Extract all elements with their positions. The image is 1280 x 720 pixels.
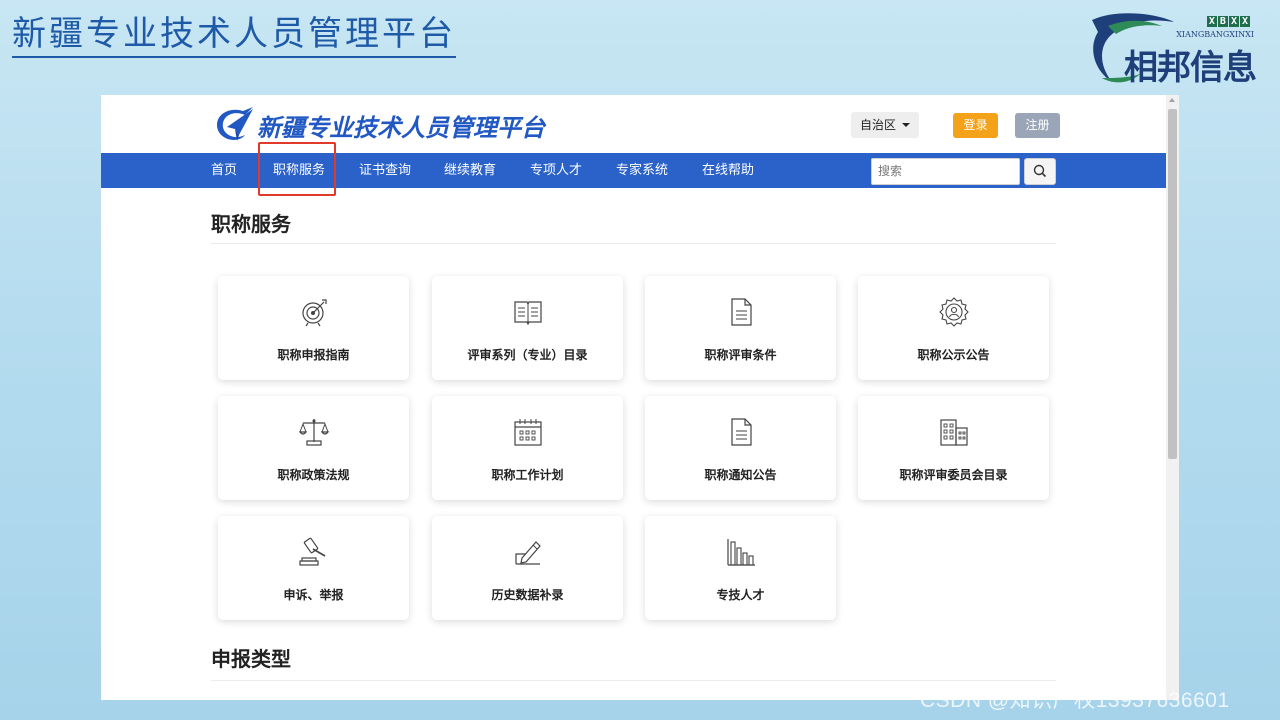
- bar-chart-icon: [727, 539, 755, 566]
- nav-special-talent[interactable]: 专项人才: [530, 153, 582, 188]
- section-title-service: 职称服务: [211, 212, 291, 236]
- card-label: 职称公示公告: [917, 348, 990, 362]
- card-appeal-report[interactable]: 申诉、举报: [218, 516, 409, 620]
- section-divider: [211, 680, 1056, 681]
- brand-top-letters: XBXX: [1206, 16, 1250, 27]
- target-icon: [302, 299, 327, 327]
- gavel-icon: [299, 537, 326, 566]
- website-screenshot: 新疆专业技术人员管理平台 自治区 登录 注册 首页 职称服务 证书查询 继续教育…: [101, 95, 1179, 700]
- card-label: 专技人才: [716, 588, 765, 602]
- card-review-conditions[interactable]: 职称评审条件: [645, 276, 836, 380]
- document-icon: [731, 298, 752, 326]
- region-label: 自治区: [860, 118, 897, 132]
- card-policy-regulations[interactable]: 职称政策法规: [218, 396, 409, 500]
- scrollbar-thumb[interactable]: [1168, 109, 1177, 459]
- login-button[interactable]: 登录: [953, 113, 998, 138]
- gear-user-icon: [939, 297, 969, 327]
- nav-expert-system[interactable]: 专家系统: [616, 153, 668, 188]
- nav-home[interactable]: 首页: [211, 153, 237, 188]
- brand-subtitle: XIANGBANGXINXI: [1176, 30, 1254, 39]
- caret-down-icon: [902, 123, 910, 127]
- section-divider: [211, 243, 1056, 244]
- site-logo-text: 新疆专业技术人员管理平台: [257, 113, 545, 142]
- scales-icon: [298, 419, 330, 446]
- region-dropdown[interactable]: 自治区: [851, 112, 919, 138]
- search-icon: [1033, 164, 1047, 178]
- card-label: 职称评审委员会目录: [899, 468, 1008, 482]
- site-logo[interactable]: 新疆专业技术人员管理平台: [213, 103, 545, 147]
- card-review-catalog[interactable]: 评审系列（专业）目录: [432, 276, 623, 380]
- paper-plane-logo-icon: [217, 107, 253, 141]
- brand-name: 相邦信息: [1124, 48, 1257, 88]
- scroll-up-icon[interactable]: [1169, 98, 1175, 102]
- card-label: 评审系列（专业）目录: [467, 348, 588, 362]
- register-button[interactable]: 注册: [1015, 113, 1060, 138]
- edit-icon: [515, 541, 541, 565]
- nav-certificate-query[interactable]: 证书查询: [359, 153, 411, 188]
- card-label: 职称工作计划: [491, 468, 564, 482]
- card-professional-talent[interactable]: 专技人才: [645, 516, 836, 620]
- search-input[interactable]: 搜索: [871, 158, 1020, 185]
- card-committee-catalog[interactable]: 职称评审委员会目录: [858, 396, 1049, 500]
- watermark: CSDN @知识产权13937636601: [920, 689, 1230, 712]
- section-title-apply: 申报类型: [211, 647, 291, 671]
- card-work-plan[interactable]: 职称工作计划: [432, 396, 623, 500]
- slide-title: 新疆专业技术人员管理平台: [12, 14, 456, 58]
- card-notices[interactable]: 职称通知公告: [645, 396, 836, 500]
- search-button[interactable]: [1024, 158, 1056, 185]
- card-label: 职称评审条件: [704, 348, 777, 362]
- nav-online-help[interactable]: 在线帮助: [702, 153, 754, 188]
- card-label: 历史数据补录: [491, 588, 564, 602]
- nav-continuing-education[interactable]: 继续教育: [444, 153, 496, 188]
- book-icon: [514, 301, 542, 326]
- card-apply-guide[interactable]: 职称申报指南: [218, 276, 409, 380]
- card-public-notice[interactable]: 职称公示公告: [858, 276, 1049, 380]
- card-label: 职称通知公告: [704, 468, 777, 482]
- card-history-data[interactable]: 历史数据补录: [432, 516, 623, 620]
- brand-logo: XBXX XIANGBANGXINXI 相邦信息: [1088, 8, 1268, 88]
- card-label: 职称申报指南: [277, 348, 350, 362]
- nav-highlight-box: [258, 142, 336, 196]
- calendar-icon: [514, 419, 542, 446]
- vertical-scrollbar[interactable]: [1166, 95, 1179, 700]
- card-label: 职称政策法规: [277, 468, 350, 482]
- buildings-icon: [940, 419, 968, 446]
- document-icon: [731, 418, 752, 446]
- card-label: 申诉、举报: [283, 588, 344, 602]
